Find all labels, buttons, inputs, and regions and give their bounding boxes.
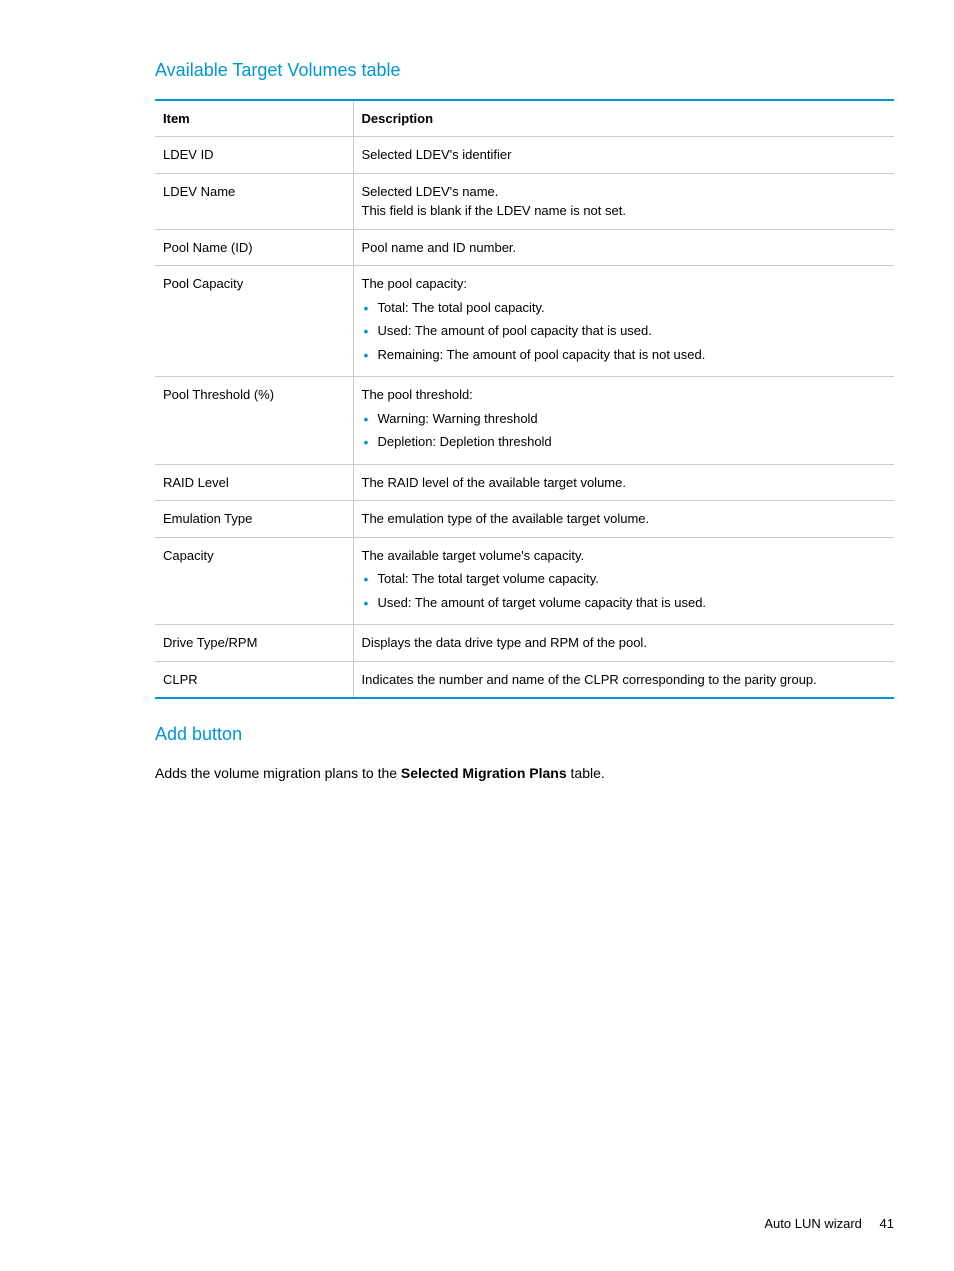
- table-row: Drive Type/RPM Displays the data drive t…: [155, 625, 894, 662]
- bullet-item: Used: The amount of target volume capaci…: [362, 593, 887, 613]
- cell-desc: The pool threshold: Warning: Warning thr…: [353, 377, 894, 465]
- bullet-item: Warning: Warning threshold: [362, 409, 887, 429]
- cell-item: Pool Name (ID): [155, 229, 353, 266]
- add-desc-post: table.: [567, 765, 605, 781]
- cell-item: CLPR: [155, 661, 353, 698]
- add-description: Adds the volume migration plans to the S…: [155, 763, 894, 784]
- table-row: LDEV ID Selected LDEV's identifier: [155, 137, 894, 174]
- add-desc-pre: Adds the volume migration plans to the: [155, 765, 401, 781]
- section-title-table: Available Target Volumes table: [155, 60, 894, 81]
- add-desc-bold: Selected Migration Plans: [401, 765, 567, 781]
- bullet-item: Used: The amount of pool capacity that i…: [362, 321, 887, 341]
- table-header-item: Item: [155, 100, 353, 137]
- table-row: LDEV Name Selected LDEV's name. This fie…: [155, 173, 894, 229]
- bullet-list: Total: The total pool capacity. Used: Th…: [362, 298, 887, 365]
- desc-text: The pool capacity:: [362, 276, 468, 291]
- bullet-list: Warning: Warning threshold Depletion: De…: [362, 409, 887, 452]
- cell-desc: The available target volume's capacity. …: [353, 537, 894, 625]
- cell-item: Emulation Type: [155, 501, 353, 538]
- table-row: Capacity The available target volume's c…: [155, 537, 894, 625]
- footer-page-number: 41: [880, 1216, 894, 1231]
- section-title-add: Add button: [155, 724, 894, 745]
- cell-desc: Pool name and ID number.: [353, 229, 894, 266]
- cell-item: Pool Capacity: [155, 266, 353, 377]
- table-header-description: Description: [353, 100, 894, 137]
- bullet-list: Total: The total target volume capacity.…: [362, 569, 887, 612]
- cell-desc: Indicates the number and name of the CLP…: [353, 661, 894, 698]
- footer-text: Auto LUN wizard: [764, 1216, 862, 1231]
- cell-desc: Selected LDEV's name. This field is blan…: [353, 173, 894, 229]
- cell-item: Drive Type/RPM: [155, 625, 353, 662]
- cell-desc: Selected LDEV's identifier: [353, 137, 894, 174]
- table-row: CLPR Indicates the number and name of th…: [155, 661, 894, 698]
- table-row: Pool Capacity The pool capacity: Total: …: [155, 266, 894, 377]
- cell-desc: The RAID level of the available target v…: [353, 464, 894, 501]
- cell-item: RAID Level: [155, 464, 353, 501]
- cell-item: LDEV Name: [155, 173, 353, 229]
- bullet-item: Depletion: Depletion threshold: [362, 432, 887, 452]
- table-row: Pool Name (ID) Pool name and ID number.: [155, 229, 894, 266]
- cell-desc: Displays the data drive type and RPM of …: [353, 625, 894, 662]
- bullet-item: Remaining: The amount of pool capacity t…: [362, 345, 887, 365]
- cell-item: Capacity: [155, 537, 353, 625]
- desc-text: This field is blank if the LDEV name is …: [362, 203, 626, 218]
- desc-text: The pool threshold:: [362, 387, 473, 402]
- table-row: Pool Threshold (%) The pool threshold: W…: [155, 377, 894, 465]
- desc-text: Selected LDEV's name.: [362, 184, 499, 199]
- desc-text: The available target volume's capacity.: [362, 548, 585, 563]
- table-row: Emulation Type The emulation type of the…: [155, 501, 894, 538]
- target-volumes-table: Item Description LDEV ID Selected LDEV's…: [155, 99, 894, 699]
- page-footer: Auto LUN wizard 41: [764, 1216, 894, 1231]
- cell-desc: The emulation type of the available targ…: [353, 501, 894, 538]
- bullet-item: Total: The total target volume capacity.: [362, 569, 887, 589]
- cell-item: LDEV ID: [155, 137, 353, 174]
- cell-item: Pool Threshold (%): [155, 377, 353, 465]
- bullet-item: Total: The total pool capacity.: [362, 298, 887, 318]
- cell-desc: The pool capacity: Total: The total pool…: [353, 266, 894, 377]
- table-row: RAID Level The RAID level of the availab…: [155, 464, 894, 501]
